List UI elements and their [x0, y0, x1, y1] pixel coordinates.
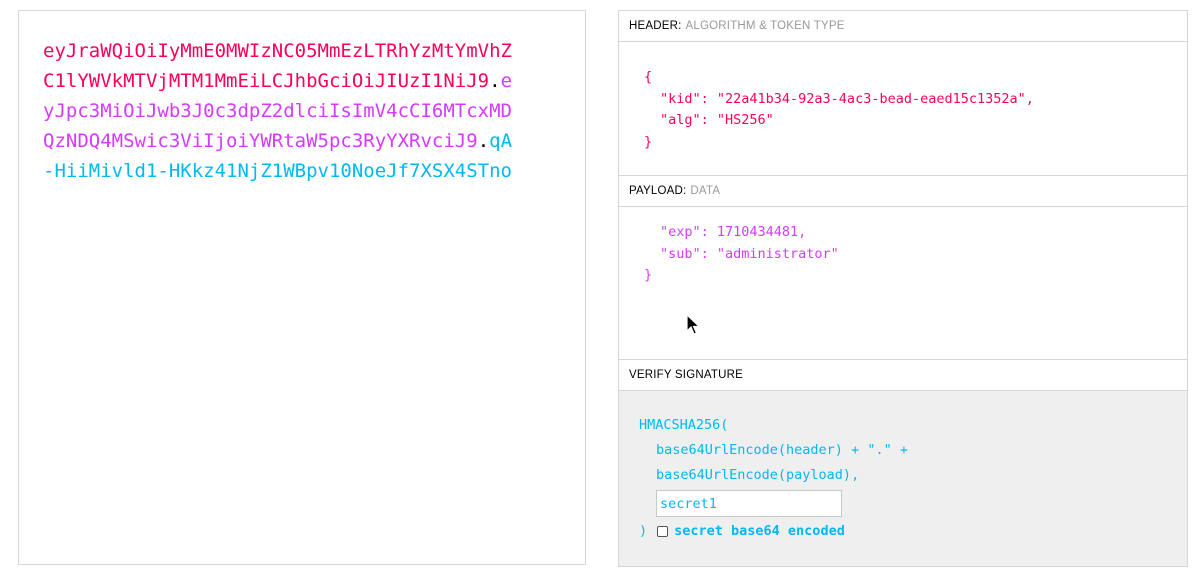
- verify-title: VERIFY SIGNATURE: [629, 369, 743, 381]
- header-json-editor[interactable]: { "kid": "22a41b34-92a3-4ac3-bead-eaed15…: [644, 67, 1034, 153]
- payload-sub-line: "sub": "administrator": [660, 245, 839, 262]
- token-separator: .: [489, 70, 501, 92]
- payload-title: PAYLOAD:: [629, 185, 687, 197]
- encoded-token-panel[interactable]: eyJraWQiOiIyMmE0MWIzNC05MmEzLTRhYzMtYmVh…: [18, 10, 586, 565]
- header-title: HEADER:: [629, 20, 682, 32]
- hmac-arg-header: base64UrlEncode(header) + "." +: [656, 442, 908, 458]
- header-close-brace: }: [644, 133, 653, 150]
- hmac-arg-payload: base64UrlEncode(payload),: [656, 467, 860, 483]
- token-separator: .: [477, 130, 490, 152]
- token-header-part: eyJraWQiOiIyMmE0MWIzNC05MmEzLTRhYzMtYmVh…: [43, 40, 512, 92]
- payload-section-title: PAYLOAD: DATA: [619, 175, 1187, 207]
- verify-signature-code: HMACSHA256( base64UrlEncode(header) + ".…: [639, 413, 908, 544]
- header-subtitle: ALGORITHM & TOKEN TYPE: [685, 20, 845, 32]
- mouse-pointer-icon: [686, 314, 700, 335]
- header-alg-line: "alg": "HS256": [660, 112, 774, 128]
- secret-base64-label[interactable]: secret base64 encoded: [674, 519, 845, 544]
- payload-subtitle: DATA: [690, 185, 721, 197]
- decoded-panel: HEADER: ALGORITHM & TOKEN TYPE { "kid": "…: [618, 10, 1188, 567]
- verify-signature-body: HMACSHA256( base64UrlEncode(header) + ".…: [619, 391, 1187, 566]
- verify-section-title: VERIFY SIGNATURE: [619, 359, 1187, 391]
- encoded-token-text[interactable]: eyJraWQiOiIyMmE0MWIzNC05MmEzLTRhYzMtYmVh…: [43, 36, 523, 186]
- secret-base64-row: ) secret base64 encoded: [639, 519, 908, 544]
- header-kid-line: "kid": "22a41b34-92a3-4ac3-bead-eaed15c1…: [660, 90, 1034, 107]
- secret-input[interactable]: [656, 490, 842, 517]
- header-open-brace: {: [644, 69, 653, 85]
- payload-json-editor[interactable]: "exp": 1710434481, "sub": "administrator…: [644, 222, 839, 287]
- header-section-title: HEADER: ALGORITHM & TOKEN TYPE: [619, 11, 1187, 42]
- hmac-close-paren: ): [639, 523, 648, 539]
- hmac-function-name: HMACSHA256(: [639, 417, 729, 433]
- payload-exp-line: "exp": 1710434481,: [660, 224, 807, 240]
- payload-close-brace: }: [644, 267, 653, 283]
- secret-base64-checkbox[interactable]: [657, 526, 669, 537]
